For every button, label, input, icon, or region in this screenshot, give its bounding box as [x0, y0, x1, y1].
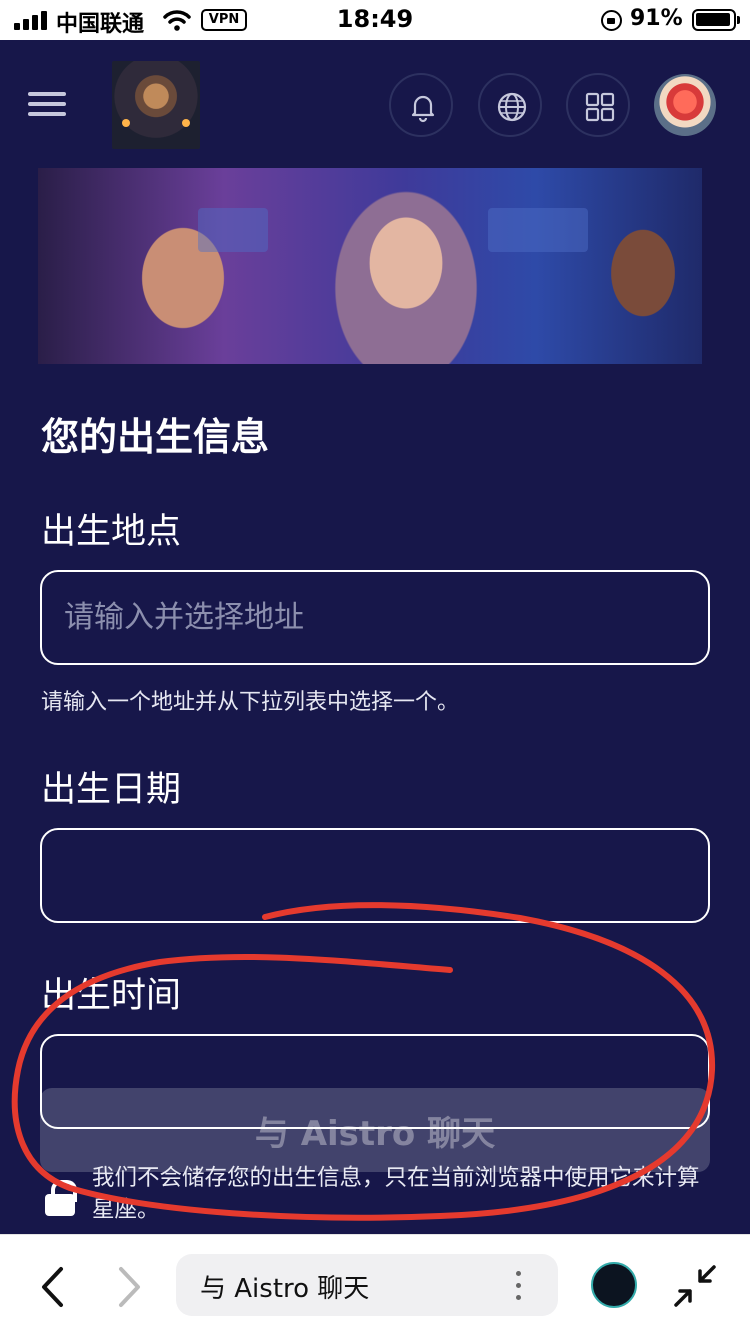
language-button[interactable] — [478, 73, 542, 137]
birth-time-input[interactable] — [40, 1034, 710, 1129]
bell-icon — [411, 95, 435, 123]
page-title-in-address-bar: 与 Aistro 聊天 — [200, 1274, 370, 1304]
notifications-button[interactable] — [389, 73, 453, 137]
rotation-lock-icon — [601, 10, 622, 31]
privacy-notice: 我们不会储存您的出生信息，只在当前浏览器中使用它来计算星座。 — [92, 1165, 700, 1223]
status-bar: 中国联通 VPN 18:49 91% — [0, 0, 750, 40]
birth-place-label: 出生地点 — [41, 512, 182, 552]
birth-time-label: 出生时间 — [41, 976, 182, 1016]
address-bar[interactable]: 与 Aistro 聊天 — [176, 1254, 558, 1316]
extension-icon[interactable] — [591, 1262, 637, 1308]
back-arrow-icon[interactable] — [34, 1265, 74, 1309]
lock-icon — [45, 1180, 77, 1216]
collapse-arrows-icon[interactable] — [672, 1263, 718, 1309]
page-title: 您的出生信息 — [41, 415, 270, 459]
hero-banner-image — [38, 168, 702, 364]
birth-date-label: 出生日期 — [41, 770, 182, 810]
apps-button[interactable] — [566, 73, 630, 137]
battery-percentage: 91% — [630, 6, 683, 31]
logo[interactable] — [112, 61, 200, 149]
birth-place-help-text: 请输入一个地址并从下拉列表中选择一个。 — [41, 690, 460, 715]
grid-icon — [585, 92, 615, 122]
more-options-icon[interactable] — [516, 1271, 522, 1301]
menu-icon[interactable] — [28, 90, 68, 118]
birth-date-input[interactable] — [40, 828, 710, 923]
forward-arrow-icon[interactable] — [108, 1265, 148, 1309]
battery-icon — [692, 9, 740, 31]
avatar[interactable] — [654, 74, 716, 136]
birth-place-input[interactable] — [40, 570, 710, 665]
globe-icon — [497, 92, 527, 122]
browser-toolbar: 与 Aistro 聊天 — [0, 1234, 750, 1334]
